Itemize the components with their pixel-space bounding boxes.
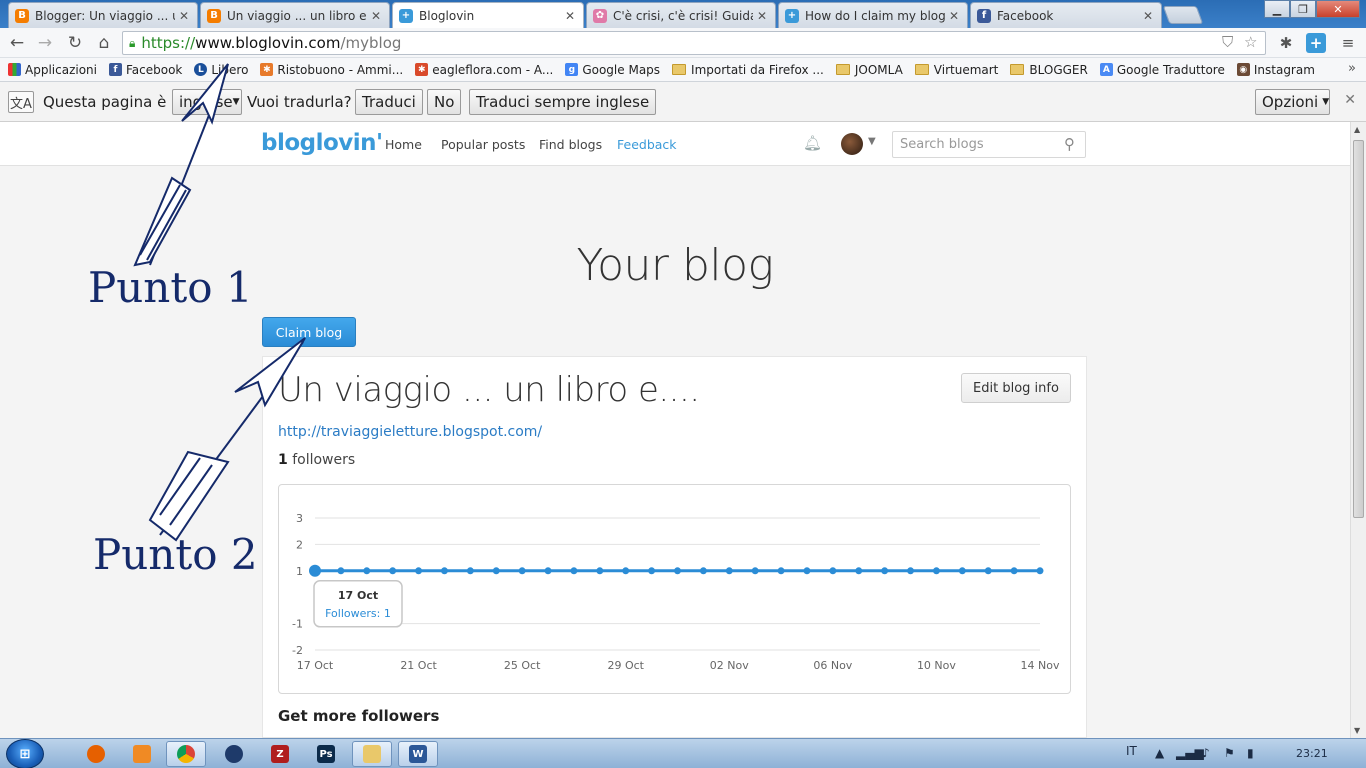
clock[interactable]: 23:21	[1296, 747, 1328, 760]
taskbar-app-orange[interactable]	[122, 741, 162, 767]
tab-title: Bloglovin	[419, 8, 475, 23]
taskbar-word[interactable]: W	[398, 741, 438, 767]
annotation-point-2: Punto 2	[93, 530, 258, 579]
start-button[interactable]: ⊞	[6, 739, 44, 768]
taskbar-chrome[interactable]	[166, 741, 206, 767]
bloglovin-icon: +	[399, 8, 413, 23]
arrow-to-address-bar	[133, 63, 229, 267]
taskbar-explorer[interactable]	[352, 741, 392, 767]
language-indicator[interactable]: IT	[1126, 744, 1137, 758]
taskbar-photoshop[interactable]: Ps	[306, 741, 346, 767]
arrow-to-claim-button	[148, 337, 306, 542]
app-icon	[133, 745, 151, 763]
chrome-icon	[177, 745, 195, 763]
word-icon: W	[409, 745, 427, 763]
network-icon[interactable]: ▂▄▆	[1176, 746, 1204, 760]
folder-icon	[363, 745, 381, 763]
windows-taskbar: ⊞ Z Ps W IT ▲ ▂▄▆ ♪ ⚑ ▮ 23:21	[0, 738, 1366, 768]
media-icon	[225, 745, 243, 763]
taskbar-filezilla[interactable]: Z	[260, 741, 300, 767]
volume-icon[interactable]: ♪	[1202, 746, 1210, 760]
power-icon[interactable]: ▮	[1247, 746, 1254, 760]
annotation-arrows	[133, 63, 306, 542]
firefox-icon	[87, 745, 105, 763]
tab-bloglovin[interactable]: + Bloglovin ✕	[392, 2, 584, 28]
filezilla-icon: Z	[271, 745, 289, 763]
photoshop-icon: Ps	[317, 745, 335, 763]
taskbar-firefox[interactable]	[76, 741, 116, 767]
close-icon[interactable]: ✕	[565, 9, 577, 23]
annotation-point-1: Punto 1	[88, 263, 253, 312]
flag-icon[interactable]: ⚑	[1224, 746, 1235, 760]
taskbar-media[interactable]	[214, 741, 254, 767]
chevron-up-icon[interactable]: ▲	[1155, 746, 1164, 760]
